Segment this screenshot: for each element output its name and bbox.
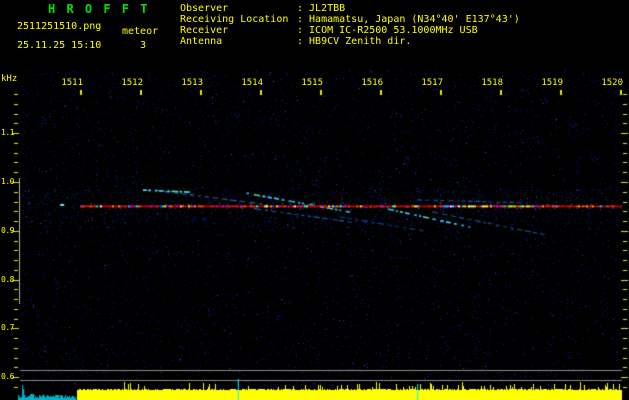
x-tick-label-1512: 1512 (121, 78, 143, 88)
y-tick-label-1.1: 1.1 (1, 128, 14, 138)
x-tick-label-1517: 1517 (421, 78, 443, 88)
x-tick-label-1520: 1520 (601, 78, 623, 88)
x-tick-label-1516: 1516 (361, 78, 383, 88)
output-filename: 2511251510.png (17, 21, 102, 32)
x-tick-label-1515: 1515 (301, 78, 323, 88)
info-row-receiver: Receiver: ICOM IC-R2500 53.1000MHz USB (180, 25, 478, 36)
info-row-receiving-location: Receiving Location: Hamamatsu, Japan (N3… (180, 14, 520, 25)
y-tick-label-0.9: 0.9 (1, 225, 14, 235)
x-tick-label-1513: 1513 (181, 78, 203, 88)
station-info-block: Observer: JL2TBB Receiving Location: Hama… (180, 3, 520, 47)
info-row-antenna: Antenna: HB9CV Zenith dir. (180, 36, 412, 47)
y-axis-unit-label: kHz (1, 74, 18, 84)
info-row-observer: Observer: JL2TBB (180, 3, 346, 14)
y-tick-label-0.7: 0.7 (1, 323, 14, 333)
app-title: H R O F F T (48, 2, 150, 16)
x-tick-label-1511: 1511 (61, 78, 83, 88)
y-tick-label-1.0: 1.0 (1, 177, 14, 186)
y-tick-label-0.6: 0.6 (1, 372, 14, 382)
datetime-label: 25.11.25 15:10 (17, 40, 102, 51)
x-tick-label-1519: 1519 (541, 78, 563, 88)
x-tick-label-1518: 1518 (481, 78, 503, 88)
echo-count: 3 (140, 40, 147, 51)
x-tick-label-1514: 1514 (241, 78, 263, 88)
mode-label: meteor (122, 26, 159, 37)
hrofft-screen: H R O F F T 2511251510.png meteor 25.11.… (0, 0, 629, 400)
spectrogram-canvas (0, 0, 629, 400)
y-tick-label-0.8: 0.8 (1, 274, 14, 284)
